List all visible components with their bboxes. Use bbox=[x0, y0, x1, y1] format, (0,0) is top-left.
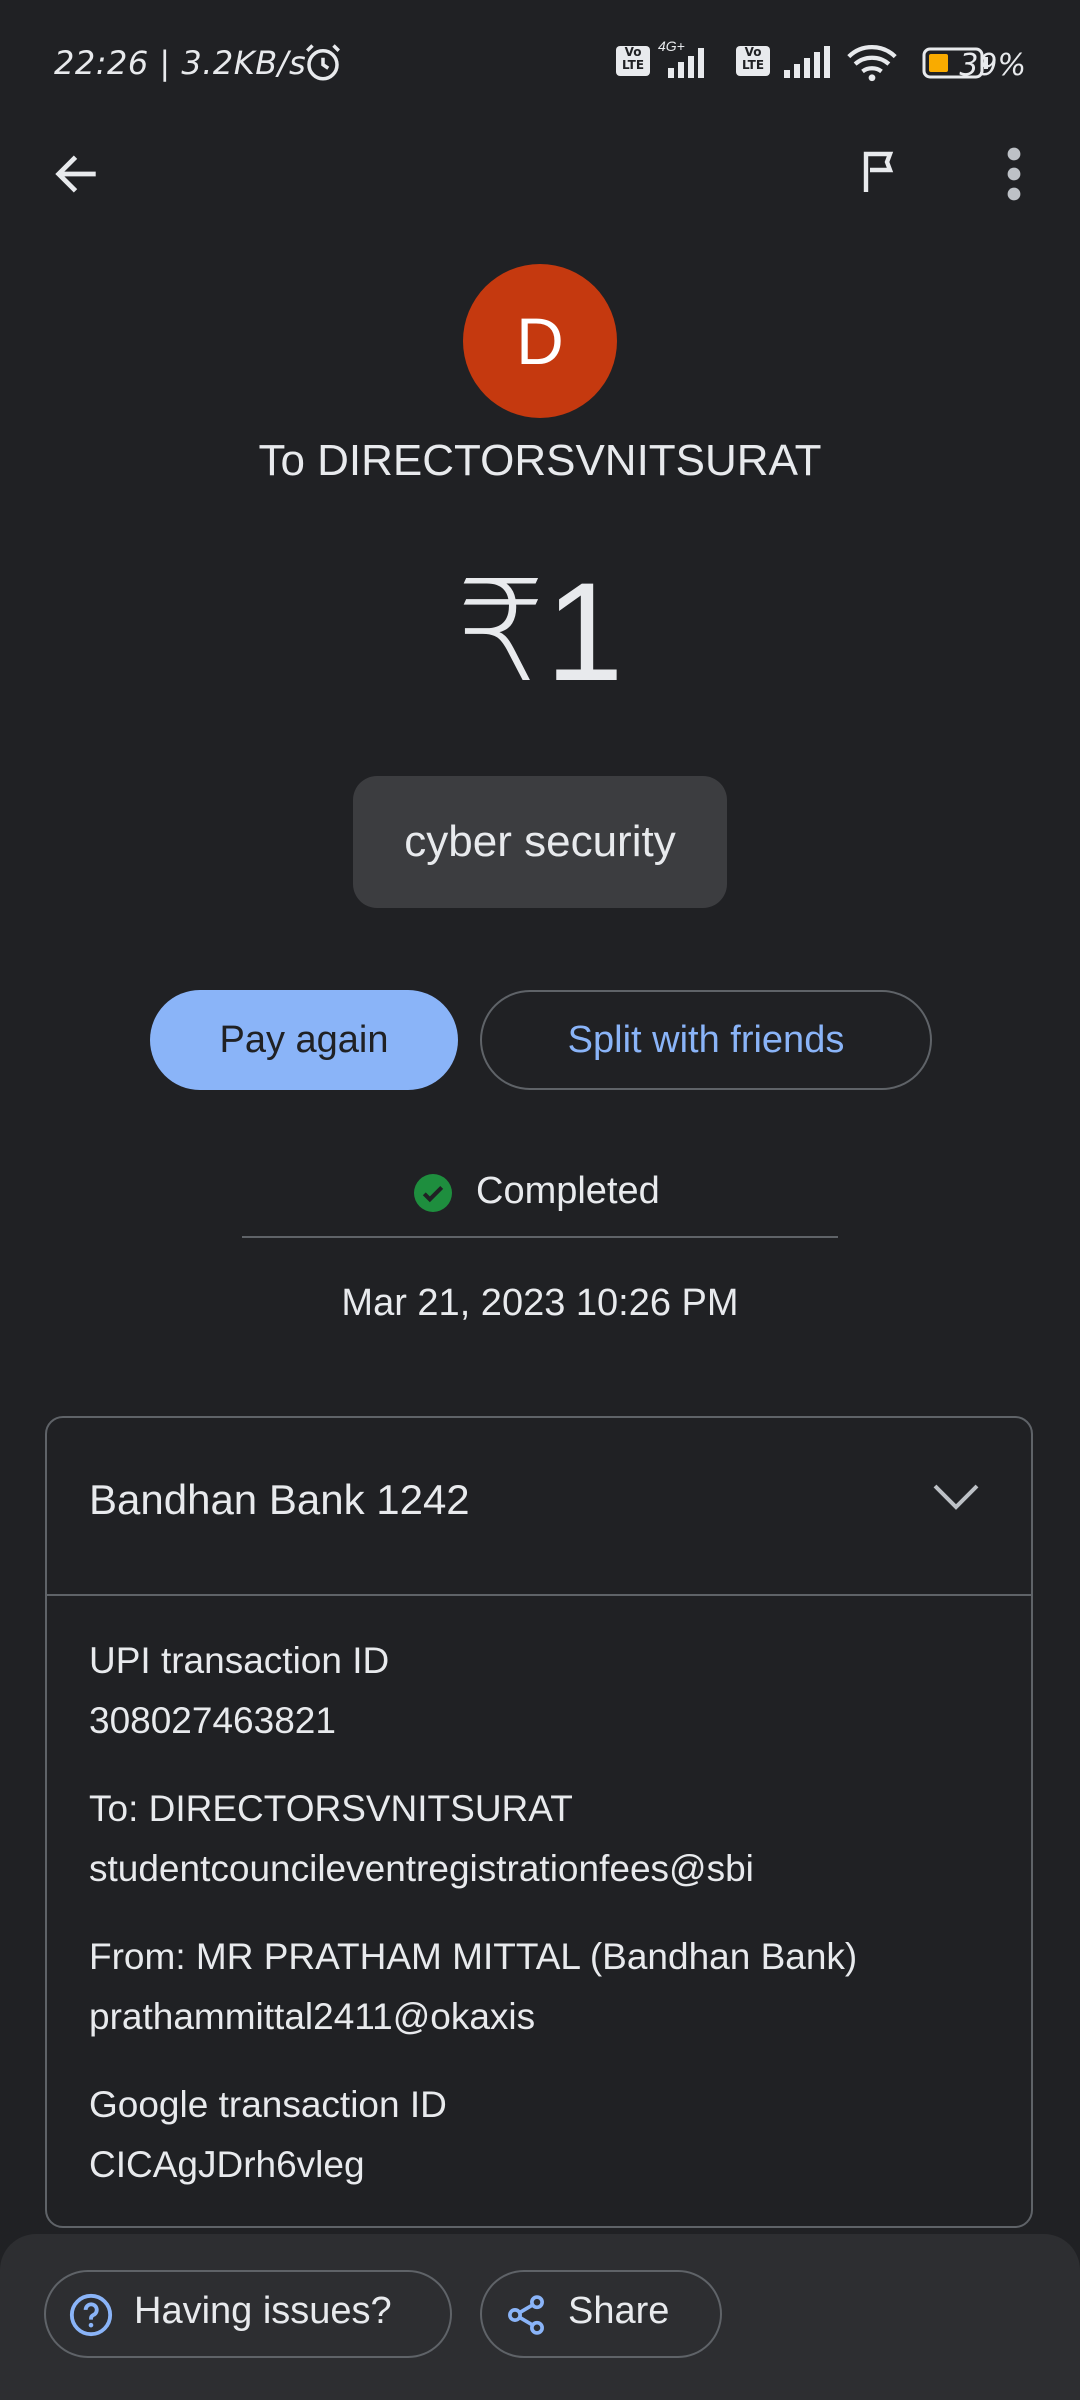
status-bar: 22:26 | 3.2KB/s Vo LTE 4G+ Vo LTE 39% bbox=[0, 0, 1080, 120]
bank-account-header[interactable]: Bandhan Bank 1242 bbox=[47, 1418, 1031, 1594]
more-options-icon[interactable] bbox=[996, 146, 1032, 202]
status-icons: Vo LTE 4G+ Vo LTE 39% bbox=[600, 38, 1080, 88]
status-time-speed: 22:26 | 3.2KB/s bbox=[54, 44, 307, 82]
payment-amount: ₹1 bbox=[456, 553, 624, 710]
recipient-title: To DIRECTORSVNITSURAT bbox=[258, 436, 822, 485]
to-value: studentcouncileventregistrationfees@sbi bbox=[89, 1848, 754, 1889]
signal-icon-2 bbox=[784, 46, 830, 78]
wifi-icon bbox=[847, 45, 897, 82]
volte-badge-1: Vo LTE bbox=[616, 46, 650, 76]
bank-account-name: Bandhan Bank 1242 bbox=[89, 1476, 470, 1523]
to-label: To: DIRECTORSVNITSURAT bbox=[89, 1788, 573, 1829]
upi-id-label: UPI transaction ID bbox=[89, 1640, 390, 1681]
card-divider bbox=[47, 1594, 1031, 1596]
having-issues-button[interactable]: Having issues? bbox=[44, 2270, 452, 2358]
payee-avatar: D bbox=[463, 264, 617, 418]
upi-id-value: 308027463821 bbox=[89, 1700, 336, 1741]
transaction-details-screen: 22:26 | 3.2KB/s Vo LTE 4G+ Vo LTE 39% D … bbox=[0, 0, 1080, 2400]
battery-percent: 39% bbox=[959, 48, 1026, 83]
status-divider bbox=[242, 1236, 838, 1238]
having-issues-label: Having issues? bbox=[134, 2290, 392, 2332]
from-value: prathammittal2411@okaxis bbox=[89, 1996, 536, 2037]
status-label: Completed bbox=[476, 1170, 660, 1212]
back-arrow-icon[interactable] bbox=[48, 148, 104, 200]
share-button[interactable]: Share bbox=[480, 2270, 722, 2358]
from-label: From: MR PRATHAM MITTAL (Bandhan Bank) bbox=[89, 1936, 858, 1977]
google-id-label: Google transaction ID bbox=[89, 2084, 447, 2125]
share-label: Share bbox=[568, 2290, 670, 2332]
transaction-timestamp: Mar 21, 2023 10:26 PM bbox=[341, 1282, 739, 1324]
share-icon bbox=[508, 2295, 544, 2335]
help-icon bbox=[69, 2293, 113, 2337]
split-with-friends-button[interactable]: Split with friends bbox=[480, 990, 932, 1090]
transaction-details-card: Bandhan Bank 1242 UPI transaction ID 308… bbox=[45, 1416, 1033, 2228]
chevron-down-icon[interactable] bbox=[931, 1480, 981, 1514]
report-flag-icon[interactable] bbox=[856, 146, 904, 198]
payment-note: cyber security bbox=[353, 776, 727, 908]
volte-badge-2: Vo LTE bbox=[736, 46, 770, 76]
alarm-icon bbox=[306, 44, 340, 81]
transaction-status: Completed bbox=[0, 1166, 1080, 1222]
google-id-value: CICAgJDrh6vleg bbox=[89, 2144, 365, 2185]
check-circle-icon bbox=[414, 1174, 452, 1212]
pay-again-button[interactable]: Pay again bbox=[150, 990, 458, 1090]
bottom-action-bar: Having issues? Share bbox=[0, 2234, 1080, 2400]
signal-icon bbox=[668, 48, 704, 78]
